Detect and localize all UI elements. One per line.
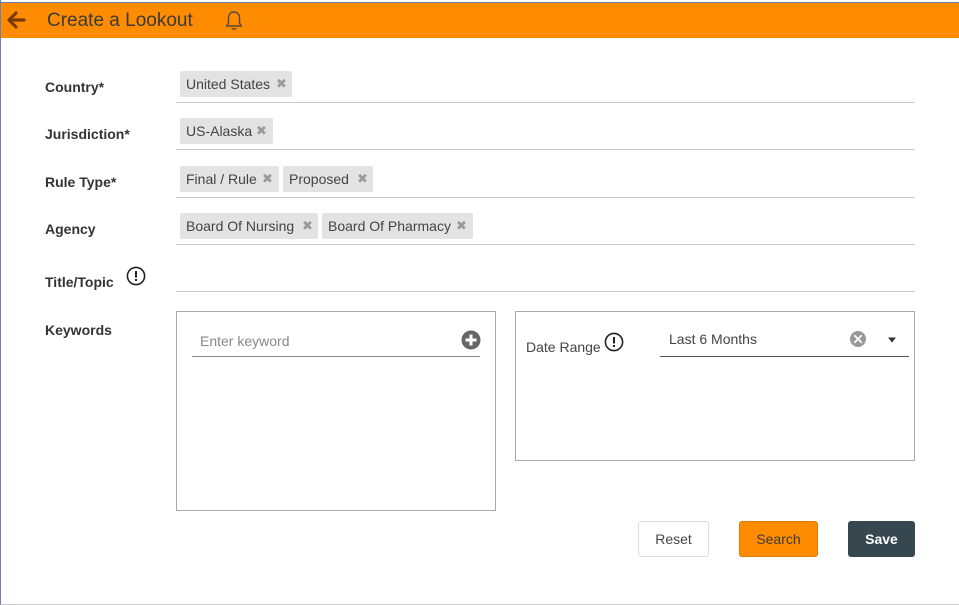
country-label: Country* — [45, 79, 105, 95]
country-field[interactable]: United States ✖ — [176, 71, 915, 103]
chip-label: Proposed — [289, 171, 349, 187]
jurisdiction-chip: US-Alaska ✖ — [180, 118, 273, 144]
info-icon[interactable] — [126, 266, 146, 286]
keyword-input[interactable] — [192, 326, 480, 357]
agency-chip: Board Of Pharmacy ✖ — [322, 213, 473, 239]
chip-label: Board Of Nursing — [186, 218, 295, 234]
title-topic-label: Title/Topic — [45, 274, 114, 290]
save-button[interactable]: Save — [848, 521, 915, 557]
rule-type-chip: Final / Rule ✖ — [180, 166, 279, 192]
date-range-label: Date Range — [526, 339, 601, 355]
remove-chip-icon[interactable]: ✖ — [276, 76, 287, 92]
chip-label: Board Of Pharmacy — [328, 218, 451, 234]
date-range-select[interactable]: Last 6 Months — [660, 325, 909, 357]
remove-chip-icon[interactable]: ✖ — [256, 123, 267, 139]
rule-type-field[interactable]: Final / Rule ✖ Proposed ✖ — [176, 166, 915, 198]
rule-type-chip: Proposed ✖ — [283, 166, 373, 192]
remove-chip-icon[interactable]: ✖ — [357, 171, 368, 187]
jurisdiction-label: Jurisdiction* — [45, 126, 130, 142]
jurisdiction-field[interactable]: US-Alaska ✖ — [176, 118, 915, 150]
caret-down-icon[interactable] — [887, 337, 897, 343]
info-icon[interactable] — [604, 332, 624, 352]
remove-chip-icon[interactable]: ✖ — [262, 171, 273, 187]
page-title: Create a Lookout — [47, 10, 193, 31]
rule-type-label: Rule Type* — [45, 174, 117, 190]
back-arrow-icon[interactable] — [5, 9, 27, 31]
chip-label: US-Alaska — [186, 123, 253, 139]
agency-chip: Board Of Nursing ✖ — [180, 213, 318, 239]
clear-circle-icon[interactable] — [849, 330, 867, 348]
reset-button[interactable]: Reset — [638, 521, 709, 557]
keywords-label: Keywords — [45, 322, 112, 338]
country-chip: United States ✖ — [180, 71, 292, 97]
title-topic-input[interactable] — [176, 260, 915, 292]
agency-label: Agency — [45, 221, 96, 237]
search-button[interactable]: Search — [739, 521, 818, 557]
page-header: Create a Lookout — [1, 2, 959, 38]
bell-icon[interactable] — [224, 10, 244, 32]
chip-label: Final / Rule — [186, 171, 257, 187]
chip-label: United States — [186, 76, 271, 92]
remove-chip-icon[interactable]: ✖ — [302, 218, 313, 234]
agency-field[interactable]: Board Of Nursing ✖ Board Of Pharmacy ✖ — [176, 213, 915, 245]
date-range-value: Last 6 Months — [669, 331, 757, 347]
remove-chip-icon[interactable]: ✖ — [456, 218, 467, 234]
plus-circle-icon[interactable] — [461, 330, 481, 350]
